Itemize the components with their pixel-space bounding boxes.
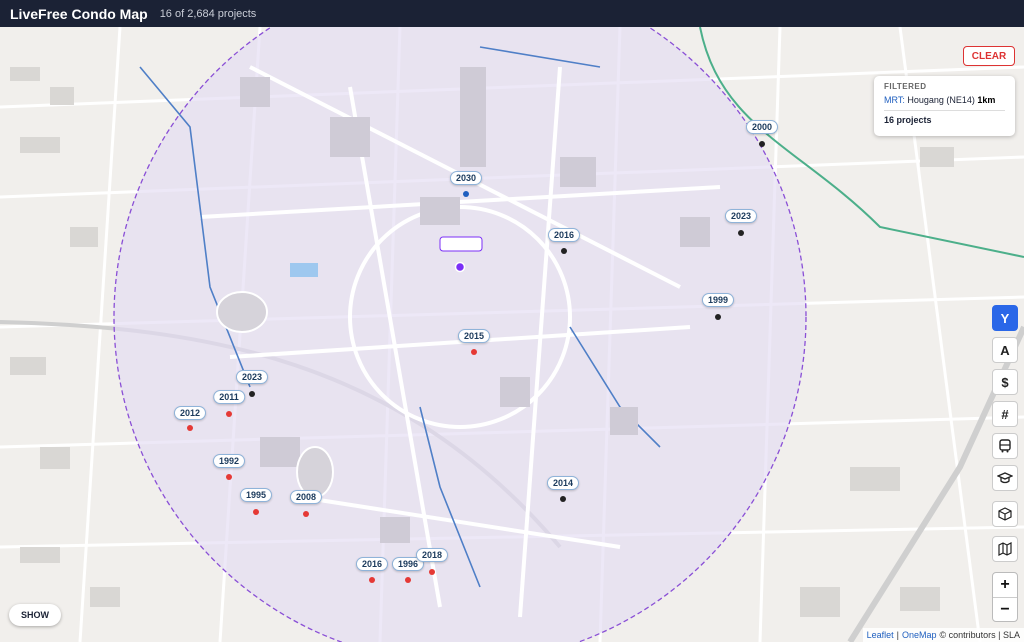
3d-button[interactable] [992,501,1018,527]
year-label: 2011 [213,390,245,404]
year-label: 2018 [415,548,449,562]
year-label: 2023 [724,209,758,223]
year-label: 2014 [546,476,580,490]
graduation-cap-icon [997,472,1013,484]
onemap-link[interactable]: OneMap [902,630,937,640]
year-label: 2023 [235,370,269,384]
year-label: 2016 [547,228,581,242]
map-tiles [0,27,1024,642]
price-mode-button[interactable]: $ [992,369,1018,395]
year-label: 2015 [457,329,491,343]
zoom-out-button[interactable]: − [993,598,1017,622]
map-canvas[interactable] [0,27,1024,642]
mrt-radius: 1km [977,95,996,105]
map-icon [998,542,1012,556]
top-bar: LiveFree Condo Map 16 of 2,684 projects [0,0,1024,27]
app-title: LiveFree Condo Map [10,5,148,22]
year-label: 2012 [173,406,207,420]
show-button[interactable]: SHOW [9,604,61,626]
station-marker [454,261,466,273]
filter-mrt: MRT: Hougang (NE14) 1km [884,95,1005,105]
year-label: 2008 [289,490,323,504]
basemap-button[interactable] [992,536,1018,562]
clear-button[interactable]: CLEAR [963,46,1015,66]
year-label: 1995 [239,488,273,502]
year-label: 1992 [212,454,246,468]
map-attribution: Leaflet | OneMap © contributors | SLA [862,628,1024,642]
filter-heading: FILTERED [884,82,927,91]
attribution-text: © contributors | SLA [939,630,1020,640]
divider [884,110,1005,111]
year-mode-button[interactable]: Y [992,305,1018,331]
bus-button[interactable] [992,433,1018,459]
year-label: 2016 [355,557,389,571]
mrt-value: Hougang (NE14) [907,95,975,105]
zoom-control: + − [992,572,1018,622]
project-count: 16 of 2,684 projects [159,7,257,20]
zoom-in-button[interactable]: + [993,573,1017,598]
units-mode-button[interactable]: # [992,401,1018,427]
year-label: 2000 [745,120,779,134]
school-button[interactable] [992,465,1018,491]
filter-project-count: 16 projects [884,115,932,125]
year-label: 1999 [701,293,735,307]
year-label: 2030 [449,171,483,185]
cube-icon [998,507,1012,521]
mrt-key: MRT: [884,95,905,105]
bus-icon [999,439,1011,453]
age-mode-button[interactable]: A [992,337,1018,363]
leaflet-link[interactable]: Leaflet [867,630,894,640]
filter-panel: FILTERED MRT: Hougang (NE14) 1km 16 proj… [874,76,1015,136]
